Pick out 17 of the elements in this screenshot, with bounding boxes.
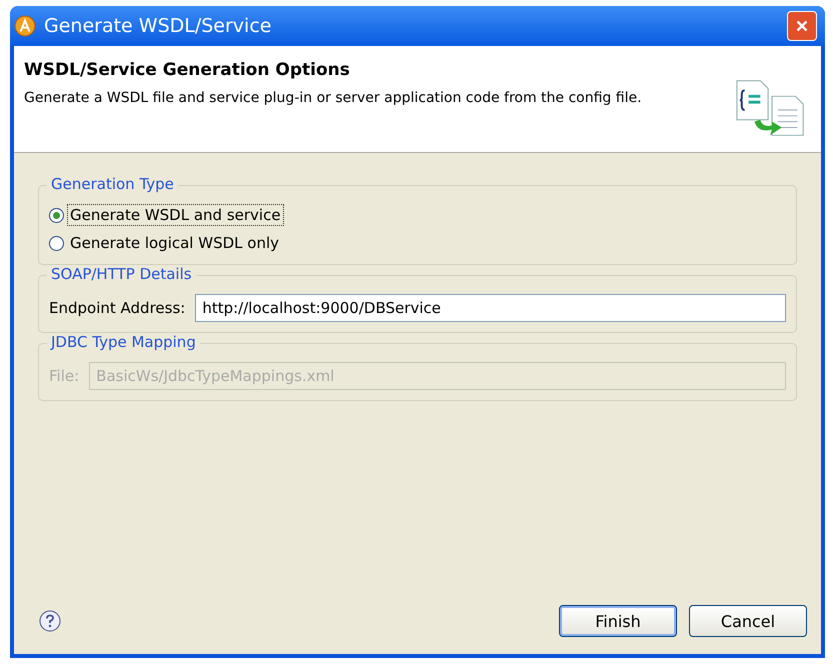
app-icon — [14, 15, 36, 37]
field-label: File: — [49, 367, 80, 385]
group-title: JDBC Type Mapping — [47, 333, 200, 351]
field-label: Endpoint Address: — [49, 299, 186, 317]
dialog-button[interactable]: Cancel — [689, 605, 807, 637]
text-field[interactable]: http://localhost:9000/DBService — [195, 294, 786, 322]
window-title: Generate WSDL/Service — [44, 15, 272, 37]
page-description: Generate a WSDL file and service plug-in or server application code from the config file. — [24, 90, 642, 106]
page-title: WSDL/Service Generation Options — [24, 60, 351, 80]
group-title: Generation Type — [47, 175, 178, 193]
group-title: SOAP/HTTP Details — [47, 265, 196, 283]
help-icon[interactable] — [38, 609, 62, 633]
close-button[interactable] — [787, 11, 817, 41]
radio-button[interactable] — [49, 236, 64, 250]
radio-button[interactable] — [49, 208, 64, 222]
dialog-button[interactable]: Finish — [559, 605, 677, 637]
radio-option[interactable]: Generate logical WSDL only — [49, 232, 282, 254]
